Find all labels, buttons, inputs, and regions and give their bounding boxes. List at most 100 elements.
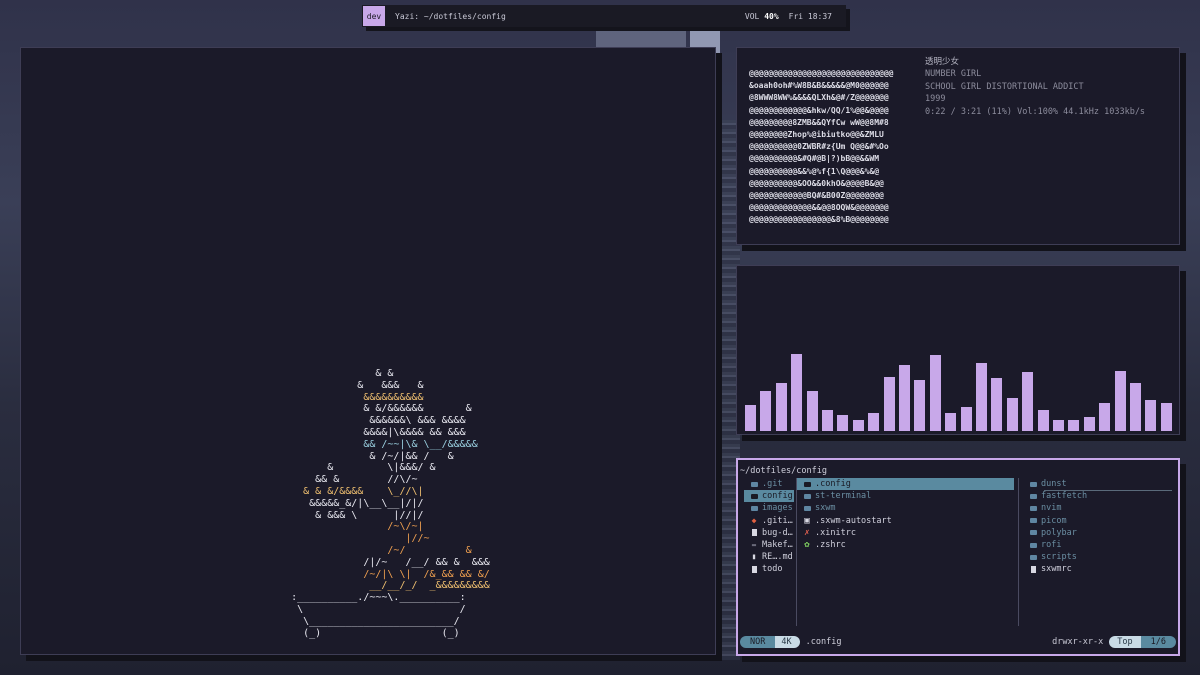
file-name: config — [762, 491, 793, 502]
markdown-icon: ▮ — [751, 552, 757, 562]
bonsai-line: &&&&&&\ &&& &&&& — [267, 415, 466, 427]
file-list-item[interactable]: sxwmrc — [1023, 563, 1174, 575]
bonsai-line: & & — [267, 368, 394, 379]
clock: Fri 18:37 — [788, 11, 832, 21]
folder-icon — [1027, 554, 1039, 560]
item-counter: 1/6 — [1140, 636, 1176, 648]
file-list-item[interactable]: rofi — [1023, 539, 1174, 551]
file-list-item[interactable]: polybar — [1023, 527, 1174, 539]
file-name: .zshrc — [815, 539, 846, 550]
folder-icon — [1027, 493, 1039, 499]
terminal-window[interactable]: & & & &&& & &&&&&&&&&& & &/&&&&&& & &&&&… — [20, 47, 716, 655]
file-name: nvim — [1041, 503, 1062, 514]
volume-label: VOL — [744, 11, 760, 21]
hovered-file-name: .config — [805, 637, 842, 647]
file-list-item[interactable]: ▬ Makef… — [744, 539, 794, 551]
file-icon — [748, 565, 760, 573]
file-list-item[interactable]: .git — [744, 478, 794, 490]
folder-icon — [748, 505, 760, 511]
bonsai-line: /|/~ /__/ && & &&& — [267, 556, 490, 568]
file-list-item[interactable]: ▣ .sxwm-autostart — [797, 515, 1014, 527]
file-icon — [1027, 565, 1039, 573]
bonsai-line: |//~ — [267, 533, 430, 545]
terminal-icon: ▣ — [804, 515, 810, 526]
spectrum-bar — [976, 363, 987, 431]
file-name: scripts — [1041, 552, 1077, 563]
bonsai-line: & &/&&&&&& & — [267, 403, 472, 415]
file-name: sxwm — [815, 503, 836, 514]
spectrum-bar — [760, 391, 772, 431]
spectrum-bar — [945, 413, 957, 431]
file-name: .xinitrc — [815, 527, 856, 538]
file-list-item[interactable]: nvim — [1023, 502, 1174, 514]
bonsai-line: &&&&&_&/|\__\__|/|/ — [267, 497, 424, 509]
parent-directory-pane[interactable]: .git config images ◆ .giti… bug-d… ▬ Makef… ▮ RE…… — [744, 478, 794, 576]
file-list-item[interactable]: ✿ .zshrc — [797, 539, 1014, 551]
bonsai-line: \________________________/ — [267, 615, 460, 627]
volume-value: 40% — [764, 11, 779, 21]
spectrum-bar — [929, 355, 941, 431]
spectrum-bar — [1053, 420, 1064, 431]
spectrum-bar — [1037, 410, 1049, 431]
volume-indicator[interactable]: VOL 40% — [745, 12, 779, 21]
folder-icon — [1027, 542, 1039, 548]
file-list-item[interactable]: images — [744, 502, 794, 514]
file-size: 4K — [775, 636, 800, 648]
file-list-item[interactable]: st-terminal — [797, 490, 1014, 502]
file-list-item[interactable]: todo — [744, 563, 794, 575]
bonsai-line: :__________./~~~\.__________: — [267, 592, 466, 604]
bonsai-line: (_) (_) — [267, 627, 460, 639]
file-list-item[interactable]: scripts — [1023, 551, 1174, 563]
file-list-item[interactable]: bug-d… — [744, 527, 794, 539]
track-info: 透明少女 NUMBER GIRL SCHOOL GIRL DISTORTIONA… — [925, 56, 1145, 118]
file-list-item[interactable]: config — [744, 490, 794, 503]
bonsai-line: & & &/&&&& \_//\| — [267, 485, 424, 497]
file-list-item[interactable]: dunst — [1023, 478, 1174, 490]
music-player-window[interactable]: @@@@@@@@@@@@@@@@@@@@@@@@@@@@@@ &oaah0oh#… — [736, 47, 1180, 245]
spectrum-bars — [737, 266, 1181, 436]
file-name: Makef… — [762, 539, 793, 550]
file-list-item[interactable]: picom — [1023, 515, 1174, 527]
file-list-item[interactable]: ✗ .xinitrc — [797, 527, 1014, 539]
spectrum-bar — [1130, 383, 1141, 431]
spectrum-bar — [745, 405, 756, 431]
folder-icon — [1027, 518, 1039, 524]
preview-divider — [1044, 490, 1172, 491]
spectrum-bar — [1083, 417, 1095, 431]
file-name: .giti… — [762, 515, 793, 526]
file-list-item[interactable]: ▮ RE….md — [744, 551, 794, 563]
file-list-item[interactable]: .config — [797, 478, 1014, 491]
spectrum-bar — [960, 407, 972, 431]
preview-pane[interactable]: dunst fastfetch nvim picom polybar rofi script… — [1018, 478, 1174, 626]
current-directory-pane[interactable]: .config st-terminal sxwm ▣ .sxwm-autostart ✗.… — [796, 478, 1014, 626]
spectrum-bar — [883, 377, 895, 431]
file-permissions: drwxr-xr-x — [1052, 637, 1104, 647]
scroll-position: Top — [1109, 636, 1141, 648]
bonsai-line: /~/ & — [267, 544, 472, 556]
spectrum-bar — [822, 410, 833, 431]
file-name: fastfetch — [1041, 491, 1088, 502]
workspace-indicator[interactable]: dev — [363, 6, 385, 26]
folder-icon — [1027, 505, 1039, 511]
bonsai-line: & &&& & — [267, 379, 424, 391]
git-folder-icon — [748, 481, 760, 487]
spectrum-bar — [837, 415, 849, 431]
bonsai-line: & &&& \ |//|/ — [267, 509, 424, 521]
release-year: 1999 — [925, 94, 946, 105]
spectrum-bar — [852, 420, 864, 431]
config-folder-icon — [801, 481, 813, 487]
file-list-item[interactable]: sxwm — [797, 502, 1014, 514]
spectrum-bar — [899, 365, 910, 431]
spectrum-bar — [1145, 400, 1157, 431]
spectrum-bar — [775, 383, 787, 431]
playback-progress: 0:22 / 3:21 (11%) Vol:100% 44.1kHz 1033k… — [925, 106, 1146, 117]
spectrum-bar — [1099, 403, 1111, 431]
folder-icon — [801, 505, 813, 511]
folder-icon — [1027, 530, 1039, 536]
file-list-item[interactable]: fastfetch — [1023, 490, 1174, 502]
file-list-item[interactable]: ◆ .giti… — [744, 515, 794, 527]
audio-visualizer-window[interactable] — [736, 265, 1180, 435]
bonsai-line: &&&&|\&&&& && &&& — [267, 426, 466, 438]
file-manager-window[interactable]: ~/dotfiles/config .git config images ◆ .giti… — [736, 458, 1180, 656]
spectrum-bar — [1006, 398, 1018, 431]
